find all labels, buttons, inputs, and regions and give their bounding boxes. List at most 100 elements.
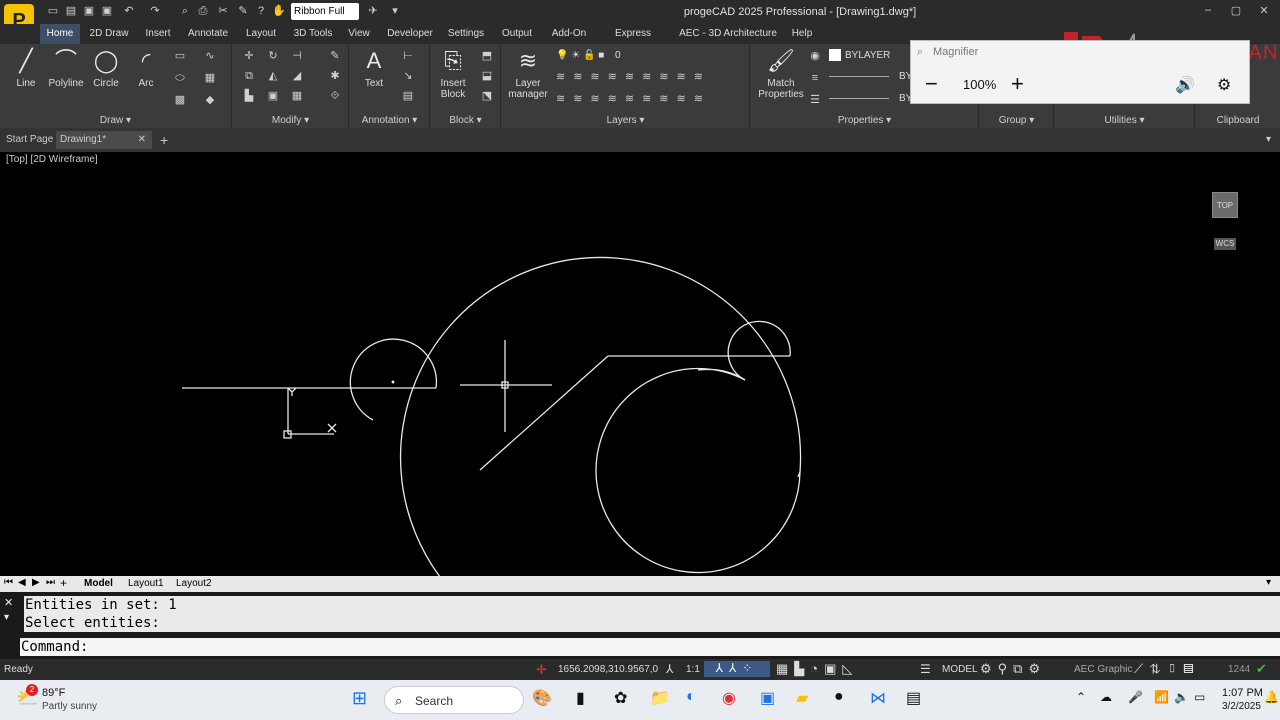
read-aloud-icon[interactable]: 🔊 [1175,75,1195,95]
last-tab-icon[interactable]: ⏭ [46,577,55,588]
tab-start-page[interactable]: Start Page [2,131,57,149]
tab-output[interactable]: Output [498,24,536,44]
dimension-icon[interactable]: ⊢ [402,50,414,62]
clock-date[interactable]: 3/2/2025 [1222,701,1261,712]
obs-icon[interactable]: ● [834,688,844,706]
status-tools-right[interactable]: ⟋⇅▯▤ [1134,661,1200,677]
match-properties-button[interactable]: 🖌 Match Properties [757,48,805,100]
other-app-icon[interactable]: ▤ [906,688,921,708]
edit-block-icon[interactable]: ⬓ [481,70,493,82]
save-as-icon[interactable]: ▣ [100,4,114,18]
customize-icon[interactable]: ▾ [388,4,402,18]
add-layout-icon[interactable]: + [60,576,67,590]
color-dropdown[interactable]: BYLAYER [845,50,890,61]
draw-panel-label[interactable]: Draw ▾ [0,115,231,126]
model-space-toggle[interactable]: MODEL [942,664,978,675]
tab-overflow-icon[interactable]: ▾ [1262,131,1275,149]
tab-express-tools[interactable]: Express Tools [602,24,664,59]
tab-help[interactable]: Help [788,24,816,44]
create-block-icon[interactable]: ⬒ [481,50,493,62]
file-explorer-icon[interactable]: 📁 [650,688,670,708]
move-icon[interactable]: ✛ [243,50,255,62]
tab-layout[interactable]: Layout [242,24,280,44]
tab-layout1[interactable]: Layout1 [128,578,164,589]
close-tab-icon[interactable]: ✕ [138,131,146,149]
clipboard-panel-label[interactable]: Clipboard [1196,115,1280,126]
undo-icon[interactable]: ↶ [122,4,136,18]
clock-time[interactable]: 1:07 PM [1222,687,1263,699]
edge-icon[interactable]: ◐ [686,688,696,706]
modify-panel-label[interactable]: Modify ▾ [233,115,348,126]
explode-icon[interactable]: ✱ [329,70,341,82]
fillet-icon[interactable]: ◢ [291,70,303,82]
progecad-icon[interactable]: ▰ [796,688,808,708]
onedrive-icon[interactable]: ☁ [1100,690,1112,704]
cmd-close-icon[interactable]: ✕ [4,596,13,609]
copy-icon[interactable]: ⧉ [243,70,255,82]
windows-start-icon[interactable]: ⊞ [352,688,367,709]
attribute-icon[interactable]: ⬔ [481,90,493,102]
task-view-icon[interactable]: ▮ [576,688,585,708]
tab-3d-tools[interactable]: 3D Tools [290,24,336,44]
wcs-label[interactable]: WCS [1214,238,1236,250]
open-icon[interactable]: ▤ [64,4,78,18]
spline-icon[interactable]: ∿ [204,50,216,62]
offset-icon[interactable]: ⟐ [329,90,341,102]
tab-settings[interactable]: Settings [444,24,488,44]
preview-icon[interactable]: ⌕ [178,4,192,18]
prev-tab-icon[interactable]: ◀ [18,577,26,588]
command-input[interactable]: Command: [20,638,1280,656]
hatch-icon[interactable]: ▦ [204,72,216,84]
scale-icon[interactable]: ▣ [267,90,279,102]
cut-icon[interactable]: ✂ [216,4,230,18]
tab-add-on[interactable]: Add-On [548,24,590,44]
taskbar-search[interactable]: ⌕ Search [384,686,524,714]
mirror-icon[interactable]: ◭ [267,70,279,82]
battery-icon[interactable]: ▭ [1194,690,1205,704]
minimize-icon[interactable]: – [1198,4,1218,16]
tab-view[interactable]: View [344,24,374,44]
next-tab-icon[interactable]: ▶ [32,577,40,588]
grid-ortho-toggles[interactable]: ▦▙◔▣◺ [776,661,858,677]
drawing-canvas[interactable]: TOP WCS [0,152,1280,576]
block-panel-label[interactable]: Block ▾ [431,115,500,126]
save-icon[interactable]: ▣ [82,4,96,18]
tab-2d-draw[interactable]: 2D Draw [86,24,132,44]
snap-toggles[interactable]: ⅄⅄⁘ [704,661,770,677]
copilot-icon[interactable]: ✿ [614,688,627,708]
wifi-icon[interactable]: 📶 [1154,690,1169,704]
polyline-button[interactable]: ⌒ Polyline [44,48,88,89]
volume-icon[interactable]: 🔈 [1174,690,1189,704]
ribbon-mode-dropdown[interactable]: Ribbon Full [291,3,359,20]
widgets-icon[interactable]: 🎨 [532,688,552,708]
stretch-icon[interactable]: ▙ [243,90,255,102]
layout-scroll-icon[interactable]: ▾ [1266,577,1271,588]
view-cube-top[interactable]: TOP [1212,192,1238,218]
cmd-options-icon[interactable]: ▾ [4,612,9,623]
group-panel-label[interactable]: Group ▾ [980,115,1053,126]
wipeout-icon[interactable]: ◆ [204,94,216,106]
match-icon[interactable]: ✎ [236,4,250,18]
erase-icon[interactable]: ✎ [329,50,341,62]
viewport-label[interactable]: [Top] [2D Wireframe] [6,154,98,165]
tab-aec-architecture[interactable]: AEC - 3D Architecture [676,24,780,44]
utilities-panel-label[interactable]: Utilities ▾ [1055,115,1194,126]
rectangle-icon[interactable]: ▭ [174,50,186,62]
aec-graphic[interactable]: AEC Graphic [1074,664,1132,675]
settings-icon[interactable]: ⚙ [1217,75,1231,95]
app-icon-blue[interactable]: ▣ [760,688,775,708]
region-icon[interactable]: ▩ [174,94,186,106]
zoom-out-button[interactable]: − [925,71,938,97]
tab-drawing1[interactable]: Drawing1* ✕ [56,131,152,149]
lineweight-toggle-icon[interactable]: ☰ [920,662,931,676]
properties-panel-label[interactable]: Properties ▾ [751,115,978,126]
layers-panel-label[interactable]: Layers ▾ [502,115,749,126]
status-tools[interactable]: ⚙⚲⧉⚙ [980,661,1046,677]
array-icon[interactable]: ▦ [291,90,303,102]
help-icon[interactable]: ? [254,4,268,18]
insert-block-button[interactable]: ⎘ Insert Block [431,48,475,100]
vscode-icon[interactable]: ⋈ [870,688,886,708]
microphone-icon[interactable]: 🎤 [1128,690,1143,704]
zoom-in-button[interactable]: + [1011,71,1024,97]
annotation-scale[interactable]: 1:1 [686,664,700,675]
